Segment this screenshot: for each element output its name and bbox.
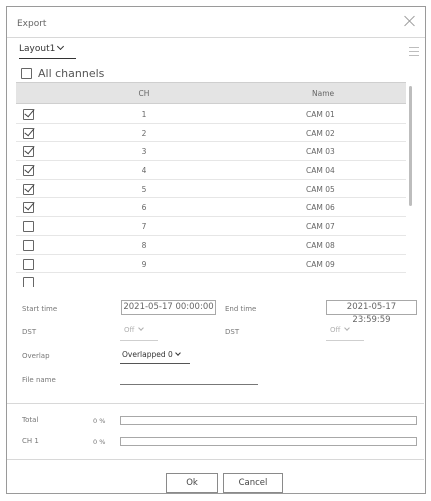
table-row[interactable]: 7 CAM 07: [16, 217, 406, 236]
channel-number: 5: [141, 184, 147, 194]
chevron-down-icon: [138, 325, 145, 331]
chevron-down-icon: [174, 350, 181, 356]
channel-checkbox[interactable]: [23, 183, 34, 195]
list-menu-icon[interactable]: [409, 47, 419, 56]
total-percent: 0 %: [93, 417, 106, 425]
start-time-field[interactable]: 2021-05-17 00:00:00: [121, 300, 216, 315]
channel-checkbox[interactable]: [23, 127, 34, 139]
table-row[interactable]: 4 CAM 04: [16, 161, 406, 180]
file-name-label: File name: [22, 376, 56, 384]
channel-checkbox[interactable]: [23, 239, 34, 251]
end-time-label: End time: [225, 305, 257, 313]
overlap-dropdown[interactable]: Overlapped 0: [122, 350, 181, 359]
chevron-down-icon: [344, 325, 351, 331]
table-row[interactable]: [16, 273, 406, 287]
channel-number: 3: [141, 147, 147, 157]
column-header-ch: CH: [138, 89, 150, 98]
layout-dropdown[interactable]: Layout1: [19, 42, 65, 54]
layout-dropdown-value: Layout1: [19, 44, 56, 54]
channel-name: CAM 05: [306, 184, 335, 194]
dst-dropdown-value: Off: [124, 326, 135, 334]
table-body: 1 CAM 01 2 CAM 02 3 CAM 03 4 CAM 04 5 CAM 05 6 CAM …: [16, 105, 406, 287]
channel-checkbox[interactable]: [23, 165, 34, 177]
channel-name: CAM 07: [306, 222, 335, 232]
channel-name: CAM 01: [306, 110, 335, 119]
table-scrollbar[interactable]: [409, 86, 412, 206]
channel-number: 4: [141, 166, 147, 176]
channel-name: CAM 04: [306, 166, 335, 176]
close-icon[interactable]: [403, 14, 417, 28]
buttons-divider: [7, 459, 424, 460]
ch-percent: 0 %: [93, 438, 106, 446]
dst2-label: DST: [225, 328, 240, 336]
table-row[interactable]: 6 CAM 06: [16, 198, 406, 218]
table-row[interactable]: 9 CAM 09: [16, 255, 406, 274]
table-row[interactable]: 2 CAM 02: [16, 124, 406, 143]
all-channels-label: All channels: [38, 67, 105, 80]
ch-progress-bar: [120, 437, 417, 446]
table-row[interactable]: 3 CAM 03: [16, 142, 406, 162]
channel-checkbox[interactable]: [23, 258, 34, 270]
progress-divider: [7, 403, 424, 404]
table-header: CH Name: [16, 82, 406, 104]
file-name-underline: [120, 384, 258, 385]
table-row[interactable]: 8 CAM 08: [16, 236, 406, 255]
layout-dropdown-underline: [19, 58, 76, 59]
channel-number: 9: [141, 259, 147, 269]
channel-number: 8: [141, 240, 147, 250]
all-channels-checkbox[interactable]: [21, 68, 32, 79]
channel-number: 2: [141, 128, 147, 138]
channel-checkbox[interactable]: [23, 277, 34, 287]
ok-button[interactable]: Ok: [166, 473, 218, 493]
channel-checkbox[interactable]: [23, 202, 34, 214]
all-channels-option[interactable]: All channels: [21, 67, 104, 80]
ch-progress-label: CH 1: [22, 437, 39, 445]
channel-name: CAM 08: [306, 240, 335, 250]
overlap-label: Overlap: [22, 352, 50, 360]
column-header-name: Name: [312, 89, 335, 98]
channel-table: CH Name 1 CAM 01 2 CAM 02 3 CAM 03 4 CAM 04 5 CAM…: [16, 82, 406, 287]
chevron-down-icon: [57, 42, 65, 51]
overlap-dropdown-underline: [120, 363, 190, 364]
dst2-dropdown-underline: [326, 340, 364, 341]
channel-checkbox[interactable]: [23, 146, 34, 158]
dst-dropdown-underline: [120, 340, 158, 341]
channel-checkbox[interactable]: [23, 109, 34, 120]
cancel-button[interactable]: Cancel: [223, 473, 283, 493]
dst2-dropdown[interactable]: Off: [330, 325, 351, 334]
total-label: Total: [22, 416, 39, 424]
channel-number: 6: [141, 203, 147, 213]
channel-name: CAM 02: [306, 128, 335, 138]
dst-label: DST: [22, 328, 37, 336]
title-divider: [7, 37, 425, 38]
table-row[interactable]: 1 CAM 01: [16, 105, 406, 124]
channel-number: 7: [141, 222, 147, 232]
channel-number: 1: [141, 110, 147, 119]
channel-checkbox[interactable]: [23, 221, 34, 233]
total-progress-bar: [120, 416, 417, 425]
channel-name: CAM 06: [306, 203, 335, 213]
channel-name: CAM 03: [306, 147, 335, 157]
table-row[interactable]: 5 CAM 05: [16, 180, 406, 199]
start-time-label: Start time: [22, 305, 58, 313]
dialog-title: Export: [17, 19, 47, 29]
end-time-field[interactable]: 2021-05-17 23:59:59: [326, 300, 417, 325]
dst-dropdown[interactable]: Off: [124, 325, 145, 334]
overlap-dropdown-value: Overlapped 0: [122, 350, 173, 359]
dst2-dropdown-value: Off: [330, 326, 341, 334]
channel-name: CAM 09: [306, 259, 335, 269]
